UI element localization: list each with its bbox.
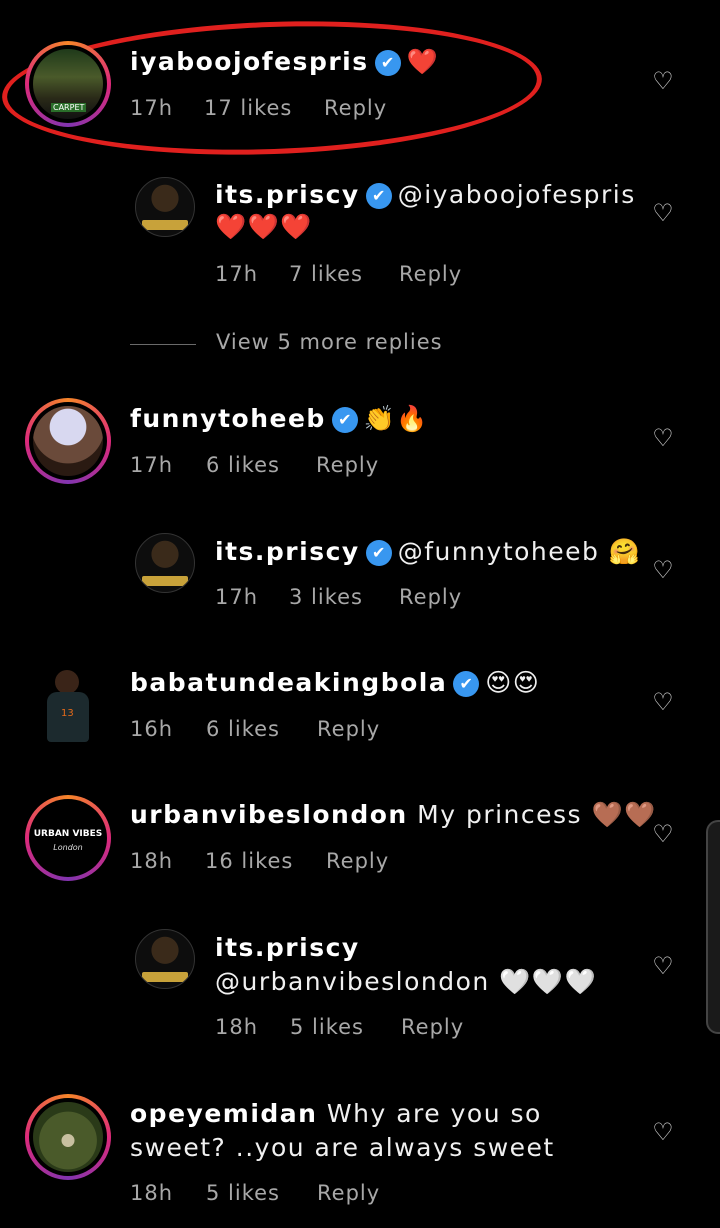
comment-text: ❤️❤️❤️ <box>215 212 313 241</box>
reply-button[interactable]: Reply <box>324 96 387 120</box>
reply-button[interactable]: Reply <box>317 717 380 741</box>
avatar[interactable]: CARPET <box>25 41 111 127</box>
like-count[interactable]: 5 likes <box>206 1181 317 1205</box>
comment-time: 16h <box>130 717 174 741</box>
comment-text: 👏🔥 <box>363 404 430 433</box>
username[interactable]: its.priscy <box>215 537 360 566</box>
comment-text-continued: sweet? ..you are always sweet <box>130 1133 555 1162</box>
comment-time: 17h <box>130 96 174 120</box>
comment-text: 😍😍 <box>485 668 541 697</box>
username[interactable]: opeyemidan <box>130 1099 317 1128</box>
avatar[interactable]: URBAN VIBES London <box>25 795 111 881</box>
avatar-logo-subtext: London <box>53 843 83 852</box>
comment-text: Why are you so <box>326 1099 542 1128</box>
like-heart-icon[interactable]: ♡ <box>650 1119 676 1145</box>
username[interactable]: its.priscy <box>215 933 360 962</box>
avatar[interactable] <box>25 1094 111 1180</box>
avatar[interactable] <box>135 533 195 593</box>
like-heart-icon[interactable]: ♡ <box>650 200 676 226</box>
reply-button[interactable]: Reply <box>399 585 462 609</box>
avatar[interactable] <box>25 398 111 484</box>
like-count[interactable]: 6 likes <box>206 453 316 477</box>
like-heart-icon[interactable]: ♡ <box>650 557 676 583</box>
reply-button[interactable]: Reply <box>326 849 389 873</box>
username[interactable]: its.priscy <box>215 180 360 209</box>
verified-badge-icon: ✔ <box>365 183 392 209</box>
comment-time: 17h <box>215 262 259 286</box>
like-count[interactable]: 17 likes <box>204 96 324 120</box>
like-count[interactable]: 6 likes <box>206 717 317 741</box>
like-heart-icon[interactable]: ♡ <box>650 68 676 94</box>
like-count[interactable]: 7 likes <box>289 262 399 286</box>
like-heart-icon[interactable]: ♡ <box>650 953 676 979</box>
mention-link[interactable]: @iyaboojofespris <box>398 180 636 209</box>
reply-button[interactable]: Reply <box>317 1181 380 1205</box>
comment-text: My princess 🤎🤎 <box>417 800 657 829</box>
reply-button[interactable]: Reply <box>316 453 379 477</box>
avatar[interactable] <box>135 929 195 989</box>
mention-link[interactable]: @urbanvibeslondon 🤍🤍🤍 <box>215 967 597 997</box>
like-heart-icon[interactable]: ♡ <box>650 425 676 451</box>
like-count[interactable]: 3 likes <box>289 585 399 609</box>
avatar-label: CARPET <box>51 103 87 112</box>
verified-badge-icon: ✔ <box>365 540 392 566</box>
comment-time: 17h <box>130 453 174 477</box>
comment-time: 18h <box>130 849 174 873</box>
avatar-logo-text: URBAN VIBES <box>33 829 103 839</box>
verified-badge-icon: ✔ <box>453 671 480 697</box>
view-more-label[interactable]: View 5 more replies <box>216 330 443 354</box>
mention-link[interactable]: @funnytoheeb 🤗 <box>398 537 642 566</box>
comment-text: ❤️ <box>406 47 440 76</box>
username[interactable]: funnytoheeb <box>130 404 326 433</box>
divider <box>130 344 196 345</box>
verified-badge-icon: ✔ <box>331 407 358 433</box>
avatar[interactable]: 13 <box>25 662 111 748</box>
comment-time: 18h <box>130 1181 174 1205</box>
like-heart-icon[interactable]: ♡ <box>650 689 676 715</box>
like-heart-icon[interactable]: ♡ <box>650 821 676 847</box>
reply-button[interactable]: Reply <box>401 1015 464 1039</box>
scrollbar[interactable] <box>706 820 720 1034</box>
username[interactable]: iyaboojofespris <box>130 47 369 76</box>
verified-badge-icon: ✔ <box>374 50 401 76</box>
username[interactable]: babatundeakingbola <box>130 668 447 697</box>
comment-time: 17h <box>215 585 259 609</box>
like-count[interactable]: 5 likes <box>290 1015 401 1039</box>
like-count[interactable]: 16 likes <box>205 849 326 873</box>
avatar[interactable] <box>135 177 195 237</box>
username[interactable]: urbanvibeslondon <box>130 800 408 829</box>
comment-time: 18h <box>215 1015 259 1039</box>
reply-button[interactable]: Reply <box>399 262 462 286</box>
